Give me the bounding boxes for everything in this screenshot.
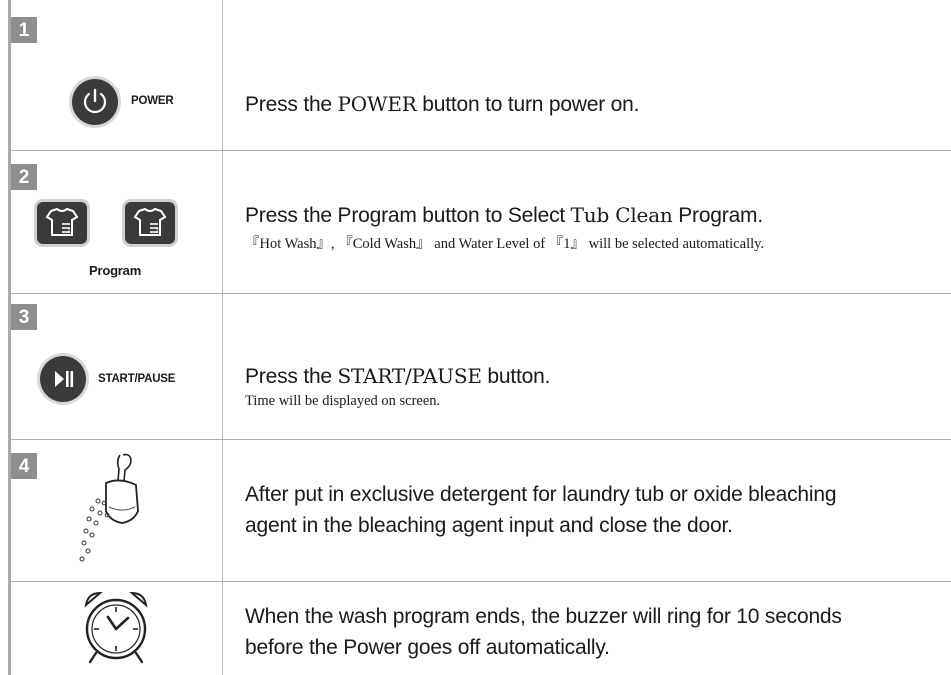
detergent-scoop-icon (79, 453, 139, 562)
step-note: Time will be displayed on screen. (245, 393, 441, 409)
instruction-table: 1 POWER Press the POWER button to turn p… (0, 0, 951, 675)
power-button[interactable] (72, 79, 118, 125)
step-text: Press the POWER button to turn power on. (245, 91, 639, 118)
step-text: When the wash program ends, the buzzer w… (245, 601, 842, 663)
shirt-program-icon: 2 (133, 207, 167, 236)
text-before: Press the Program button to Select (245, 204, 571, 227)
step-note: 『Hot Wash』, 『Cold Wash』 and Water Level … (245, 236, 765, 252)
step-text: Press the START/PAUSE button. Time will … (245, 363, 550, 411)
start-pause-label: START/PAUSE (98, 373, 176, 385)
step-text: After put in exclusive detergent for lau… (245, 479, 836, 541)
text-bold: Tub Clean (570, 203, 673, 227)
program-label: Program (89, 263, 142, 278)
step-number: 4 (11, 453, 37, 479)
step-text-line2: before the Power goes off automatically. (245, 636, 610, 659)
program-button-1[interactable]: 1 (37, 202, 87, 244)
step-text-line1: When the wash program ends, the buzzer w… (245, 605, 842, 628)
play-pause-icon (55, 371, 74, 387)
step-number: 1 (11, 17, 37, 43)
svg-text:1: 1 (67, 228, 71, 235)
text-after: Program. (672, 204, 763, 227)
step-row-3: 3 START/PAUSE Press the START/PAUSE butt… (0, 293, 951, 439)
text-after: button to turn power on. (416, 93, 640, 116)
step-number: 2 (11, 164, 37, 190)
shirt-program-icon: 1 (45, 207, 79, 236)
svg-text:2: 2 (155, 228, 159, 235)
power-label: POWER (131, 95, 174, 107)
step-text: Press the Program button to Select Tub C… (245, 202, 764, 254)
text-bold: START/PAUSE (337, 364, 482, 388)
program-button-2[interactable]: 2 (125, 202, 175, 244)
start-pause-button[interactable] (40, 356, 86, 402)
text-before: Press the (245, 365, 338, 388)
text-bold: POWER (337, 92, 417, 116)
step-row-2: 2 1 2 Program Press the Program button t… (0, 150, 951, 293)
alarm-clock-icon (84, 591, 148, 664)
power-icon (83, 88, 107, 114)
step-number: 3 (11, 304, 37, 330)
text-after: button. (481, 365, 551, 388)
step-text-line1: After put in exclusive detergent for lau… (245, 483, 837, 506)
text-before: Press the (245, 93, 338, 116)
step-row-4: 4 After put in exclusive detergent for l… (0, 439, 951, 581)
step-row-5: When the wash program ends, the buzzer w… (0, 581, 951, 675)
step-text-line2: agent in the bleaching agent input and c… (245, 514, 733, 537)
step-row-1: 1 POWER Press the POWER button to turn p… (0, 0, 951, 150)
